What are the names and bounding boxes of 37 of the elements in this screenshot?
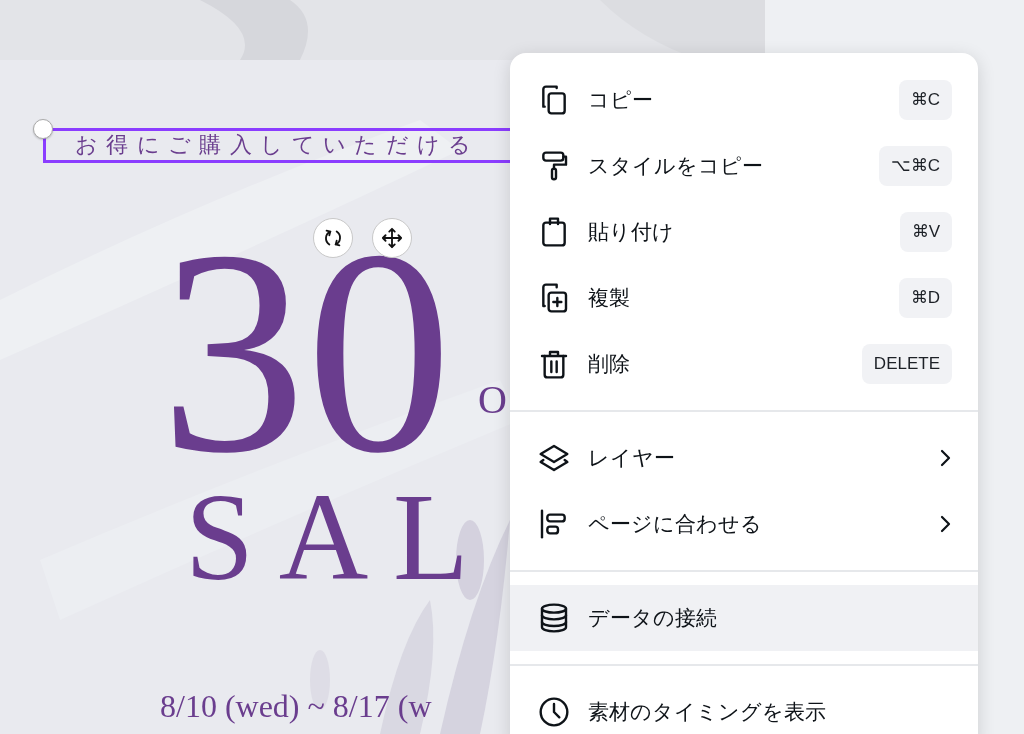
keyboard-shortcut: ⌘V: [899, 212, 952, 252]
menu-label: 削除: [588, 351, 631, 378]
design-text: O: [478, 380, 507, 420]
menu-label: ページに合わせる: [588, 511, 763, 538]
design-text: SAL: [185, 476, 494, 600]
design-text: お得にご購入していただける: [75, 134, 480, 156]
move-icon: [381, 227, 403, 249]
design-text: 8/10 (wed) ~ 8/17 (w: [160, 690, 432, 722]
keyboard-shortcut: ⌘C: [898, 80, 952, 120]
chevron-right-icon: [938, 448, 952, 468]
menu-label: 素材のタイミングを表示: [588, 699, 827, 726]
rotate-icon: [322, 227, 344, 249]
keyboard-shortcut: DELETE: [861, 344, 952, 384]
trash-icon: [538, 348, 570, 380]
menu-label: レイヤー: [588, 445, 676, 472]
design-text: 30: [160, 250, 452, 455]
selection-frame[interactable]: お得にご購入していただける: [43, 128, 510, 163]
keyboard-shortcut: ⌘D: [898, 278, 952, 318]
menu-item[interactable]: レイヤー: [510, 425, 978, 491]
clock-icon: [538, 696, 570, 728]
menu-label: スタイルをコピー: [588, 153, 764, 180]
menu-item[interactable]: データの接続: [510, 585, 978, 651]
menu-label: 貼り付け: [588, 219, 675, 246]
menu-item[interactable]: 貼り付け ⌘V: [510, 199, 978, 265]
menu-item[interactable]: 削除 DELETE: [510, 331, 978, 397]
menu-item[interactable]: ページに合わせる: [510, 491, 978, 557]
menu-item[interactable]: 素材のタイミングを表示: [510, 679, 978, 734]
database-icon: [538, 602, 570, 634]
menu-label: 複製: [588, 285, 631, 312]
menu-item[interactable]: スタイルをコピー ⌥⌘C: [510, 133, 978, 199]
chevron-right-icon: [938, 514, 952, 534]
menu-label: データの接続: [588, 605, 718, 632]
menu-item[interactable]: 複製 ⌘D: [510, 265, 978, 331]
menu-label: コピー: [588, 87, 654, 114]
keyboard-shortcut: ⌥⌘C: [878, 146, 952, 186]
menu-item[interactable]: コピー ⌘C: [510, 67, 978, 133]
layers-icon: [538, 442, 570, 474]
